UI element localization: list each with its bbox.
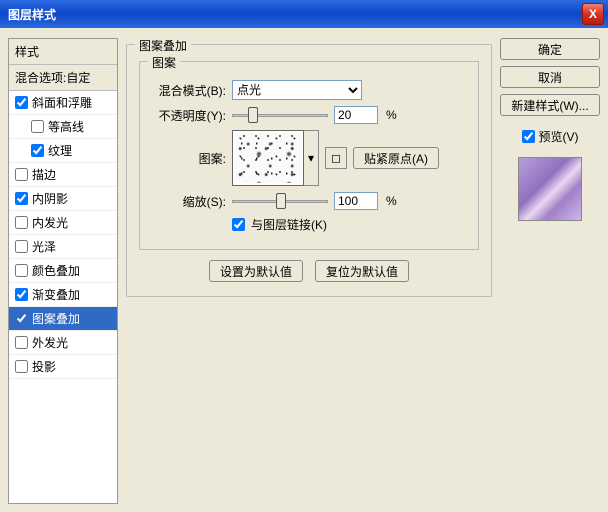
styles-list: 样式 混合选项:自定 斜面和浮雕等高线纹理描边内阴影内发光光泽颜色叠加渐变叠加图… — [8, 38, 118, 504]
blend-mode-select[interactable]: 点光 — [232, 80, 362, 100]
style-item-checkbox[interactable] — [15, 216, 28, 229]
style-item-checkbox[interactable] — [15, 192, 28, 205]
style-item-10[interactable]: 外发光 — [9, 331, 117, 355]
blend-options-header[interactable]: 混合选项:自定 — [9, 65, 117, 91]
group-title: 图案叠加 — [135, 37, 191, 54]
style-item-checkbox[interactable] — [15, 240, 28, 253]
styles-header: 样式 — [9, 39, 117, 65]
window-title: 图层样式 — [4, 6, 582, 23]
cancel-button[interactable]: 取消 — [500, 66, 600, 88]
scale-slider[interactable] — [232, 192, 328, 210]
new-style-button[interactable]: 新建样式(W)... — [500, 94, 600, 116]
style-item-label: 内阴影 — [32, 190, 68, 207]
chevron-down-icon: ▾ — [308, 151, 314, 165]
style-item-checkbox[interactable] — [31, 144, 44, 157]
style-item-2[interactable]: 纹理 — [9, 139, 117, 163]
preview-thumbnail — [518, 157, 582, 221]
pattern-swatch[interactable] — [232, 130, 304, 186]
snap-origin-button[interactable]: 贴紧原点(A) — [353, 147, 439, 169]
style-item-checkbox[interactable] — [15, 360, 28, 373]
new-preset-button[interactable]: ◻ — [325, 147, 347, 169]
style-item-checkbox[interactable] — [15, 264, 28, 277]
style-item-checkbox[interactable] — [31, 120, 44, 133]
style-item-label: 内发光 — [32, 214, 68, 231]
close-icon: X — [589, 7, 597, 21]
style-item-9[interactable]: 图案叠加 — [9, 307, 117, 331]
style-item-label: 投影 — [32, 358, 56, 375]
pattern-label: 图案: — [150, 150, 226, 167]
style-item-label: 等高线 — [48, 118, 84, 135]
style-item-4[interactable]: 内阴影 — [9, 187, 117, 211]
close-button[interactable]: X — [582, 3, 604, 25]
style-item-label: 颜色叠加 — [32, 262, 80, 279]
style-item-checkbox[interactable] — [15, 288, 28, 301]
preview-checkbox[interactable] — [522, 130, 535, 143]
pattern-inner-group: 图案 混合模式(B): 点光 不透明度(Y): % 图案: ▾ — [139, 61, 479, 250]
scale-label: 缩放(S): — [150, 193, 226, 210]
style-item-checkbox[interactable] — [15, 168, 28, 181]
reset-default-button[interactable]: 复位为默认值 — [315, 260, 409, 282]
percent-sign: % — [386, 108, 397, 122]
style-item-1[interactable]: 等高线 — [9, 115, 117, 139]
ok-button[interactable]: 确定 — [500, 38, 600, 60]
set-default-button[interactable]: 设置为默认值 — [209, 260, 303, 282]
style-item-0[interactable]: 斜面和浮雕 — [9, 91, 117, 115]
opacity-slider[interactable] — [232, 106, 328, 124]
style-item-5[interactable]: 内发光 — [9, 211, 117, 235]
pattern-overlay-group: 图案叠加 图案 混合模式(B): 点光 不透明度(Y): % 图案: — [126, 44, 492, 297]
style-item-8[interactable]: 渐变叠加 — [9, 283, 117, 307]
style-item-6[interactable]: 光泽 — [9, 235, 117, 259]
pattern-dropdown-button[interactable]: ▾ — [303, 130, 319, 186]
style-item-11[interactable]: 投影 — [9, 355, 117, 379]
new-preset-icon: ◻ — [331, 151, 341, 165]
preview-label: 预览(V) — [539, 128, 579, 145]
style-item-checkbox[interactable] — [15, 312, 28, 325]
style-item-label: 描边 — [32, 166, 56, 183]
opacity-input[interactable] — [334, 106, 378, 124]
scale-input[interactable] — [334, 192, 378, 210]
opacity-label: 不透明度(Y): — [150, 107, 226, 124]
style-item-checkbox[interactable] — [15, 96, 28, 109]
link-layer-checkbox[interactable] — [232, 218, 245, 231]
style-item-label: 纹理 — [48, 142, 72, 159]
style-item-label: 图案叠加 — [32, 310, 80, 327]
style-item-label: 渐变叠加 — [32, 286, 80, 303]
inner-title: 图案 — [148, 54, 180, 71]
style-item-checkbox[interactable] — [15, 336, 28, 349]
style-item-7[interactable]: 颜色叠加 — [9, 259, 117, 283]
blend-mode-label: 混合模式(B): — [150, 82, 226, 99]
style-item-label: 斜面和浮雕 — [32, 94, 92, 111]
style-item-3[interactable]: 描边 — [9, 163, 117, 187]
percent-sign: % — [386, 194, 397, 208]
style-item-label: 外发光 — [32, 334, 68, 351]
style-item-label: 光泽 — [32, 238, 56, 255]
link-layer-label: 与图层链接(K) — [251, 216, 327, 233]
